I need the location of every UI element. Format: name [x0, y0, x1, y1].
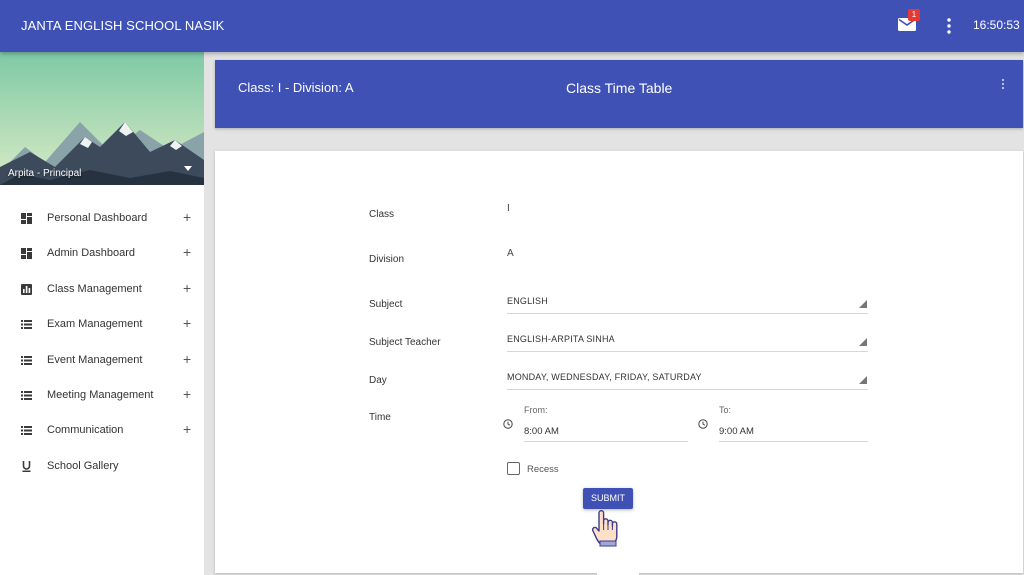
class-label: Class — [369, 209, 395, 220]
recess-label: Recess — [527, 464, 559, 475]
subject-select[interactable]: ENGLISH — [507, 288, 868, 314]
sidebar-item-label: Meeting Management — [47, 388, 154, 401]
expand-icon[interactable]: + — [183, 209, 191, 225]
user-label: Arpita - Principal — [8, 168, 82, 179]
admin-dashboard-icon — [21, 248, 32, 260]
sidebar: Arpita - Principal Personal Dashboard + … — [0, 52, 204, 575]
sidebar-item-label: Exam Management — [47, 318, 143, 331]
timetable-header: Class: I - Division: A Class Time Table — [215, 60, 1023, 128]
sidebar-item-label: Admin Dashboard — [47, 247, 136, 260]
sidebar-item-label: Event Management — [47, 353, 143, 366]
to-time-input[interactable]: 9:00 AM — [719, 420, 868, 442]
list-icon — [21, 355, 32, 365]
day-value: MONDAY, WEDNESDAY, FRIDAY, SATURDAY — [507, 372, 702, 382]
class-division-label: Class: I - Division: A — [238, 80, 354, 95]
sidebar-item-school-gallery[interactable]: School Gallery — [0, 449, 204, 484]
list-icon — [21, 390, 32, 400]
class-value: I — [507, 203, 511, 214]
from-time-input[interactable]: 8:00 AM — [524, 420, 688, 442]
recess-checkbox[interactable] — [507, 462, 520, 475]
timetable-form: Class I Division A Subject ENGLISH Subje… — [215, 151, 1023, 573]
time-label: Time — [369, 412, 391, 423]
more-vert-icon[interactable] — [1001, 78, 1005, 90]
day-select[interactable]: MONDAY, WEDNESDAY, FRIDAY, SATURDAY — [507, 364, 868, 390]
sidebar-item-exam-management[interactable]: Exam Management + — [0, 307, 204, 342]
chevron-down-icon[interactable] — [184, 166, 192, 172]
page-title: Class Time Table — [566, 80, 673, 96]
expand-icon[interactable]: + — [183, 280, 191, 296]
subject-teacher-value: ENGLISH-ARPITA SINHA — [507, 334, 615, 344]
pointer-hand-icon — [591, 510, 618, 547]
list-icon — [21, 426, 32, 436]
subject-teacher-select[interactable]: ENGLISH-ARPITA SINHA — [507, 326, 868, 352]
sidebar-item-label: School Gallery — [47, 459, 119, 472]
sidebar-item-communication[interactable]: Communication + — [0, 413, 204, 448]
sidebar-item-label: Communication — [47, 424, 124, 437]
division-value: A — [507, 248, 515, 259]
notification-badge: 1 — [908, 9, 920, 21]
mountain-illustration — [0, 52, 204, 185]
sidebar-item-event-management[interactable]: Event Management + — [0, 343, 204, 378]
school-name: JANTA ENGLISH SCHOOL NASIK — [21, 18, 225, 33]
sidebar-item-label: Class Management — [47, 282, 142, 295]
day-label: Day — [369, 375, 387, 386]
list-icon — [21, 320, 32, 330]
expand-icon[interactable]: + — [183, 244, 191, 260]
clock-icon — [503, 419, 513, 429]
dropdown-arrow-icon — [859, 376, 867, 384]
clock-display: 16:50:53 — [973, 18, 1020, 32]
sidebar-item-label: Personal Dashboard — [47, 212, 148, 224]
underline-icon — [22, 460, 31, 472]
dropdown-arrow-icon — [859, 338, 867, 346]
expand-icon[interactable]: + — [183, 315, 191, 331]
from-label: From: — [524, 405, 548, 415]
from-time-value: 8:00 AM — [524, 426, 559, 437]
profile-banner[interactable]: Arpita - Principal — [0, 52, 204, 185]
personal-dashboard-icon — [21, 213, 32, 224]
dropdown-arrow-icon — [859, 300, 867, 308]
sidebar-item-meeting-management[interactable]: Meeting Management + — [0, 378, 204, 413]
clock-icon — [698, 419, 708, 429]
subject-label: Subject — [369, 299, 403, 310]
top-app-bar: JANTA ENGLISH SCHOOL NASIK 1 16:50:53 — [0, 0, 1024, 52]
subject-teacher-label: Subject Teacher — [369, 337, 441, 348]
sidebar-item-class-management[interactable]: Class Management + — [0, 272, 204, 307]
subject-value: ENGLISH — [507, 296, 548, 306]
submit-button[interactable]: SUBMIT — [583, 488, 633, 509]
to-label: To: — [719, 405, 732, 415]
expand-icon[interactable]: + — [183, 351, 191, 367]
sidebar-menu: Personal Dashboard + Admin Dashboard + C… — [0, 201, 204, 484]
sidebar-item-personal-dashboard[interactable]: Personal Dashboard + — [0, 201, 204, 236]
bar-chart-icon — [21, 283, 32, 295]
sidebar-item-admin-dashboard[interactable]: Admin Dashboard + — [0, 236, 204, 271]
expand-icon[interactable]: + — [183, 421, 191, 437]
expand-icon[interactable]: + — [183, 386, 191, 402]
division-label: Division — [369, 254, 405, 265]
more-vert-icon[interactable] — [945, 17, 953, 35]
to-time-value: 9:00 AM — [719, 426, 754, 437]
